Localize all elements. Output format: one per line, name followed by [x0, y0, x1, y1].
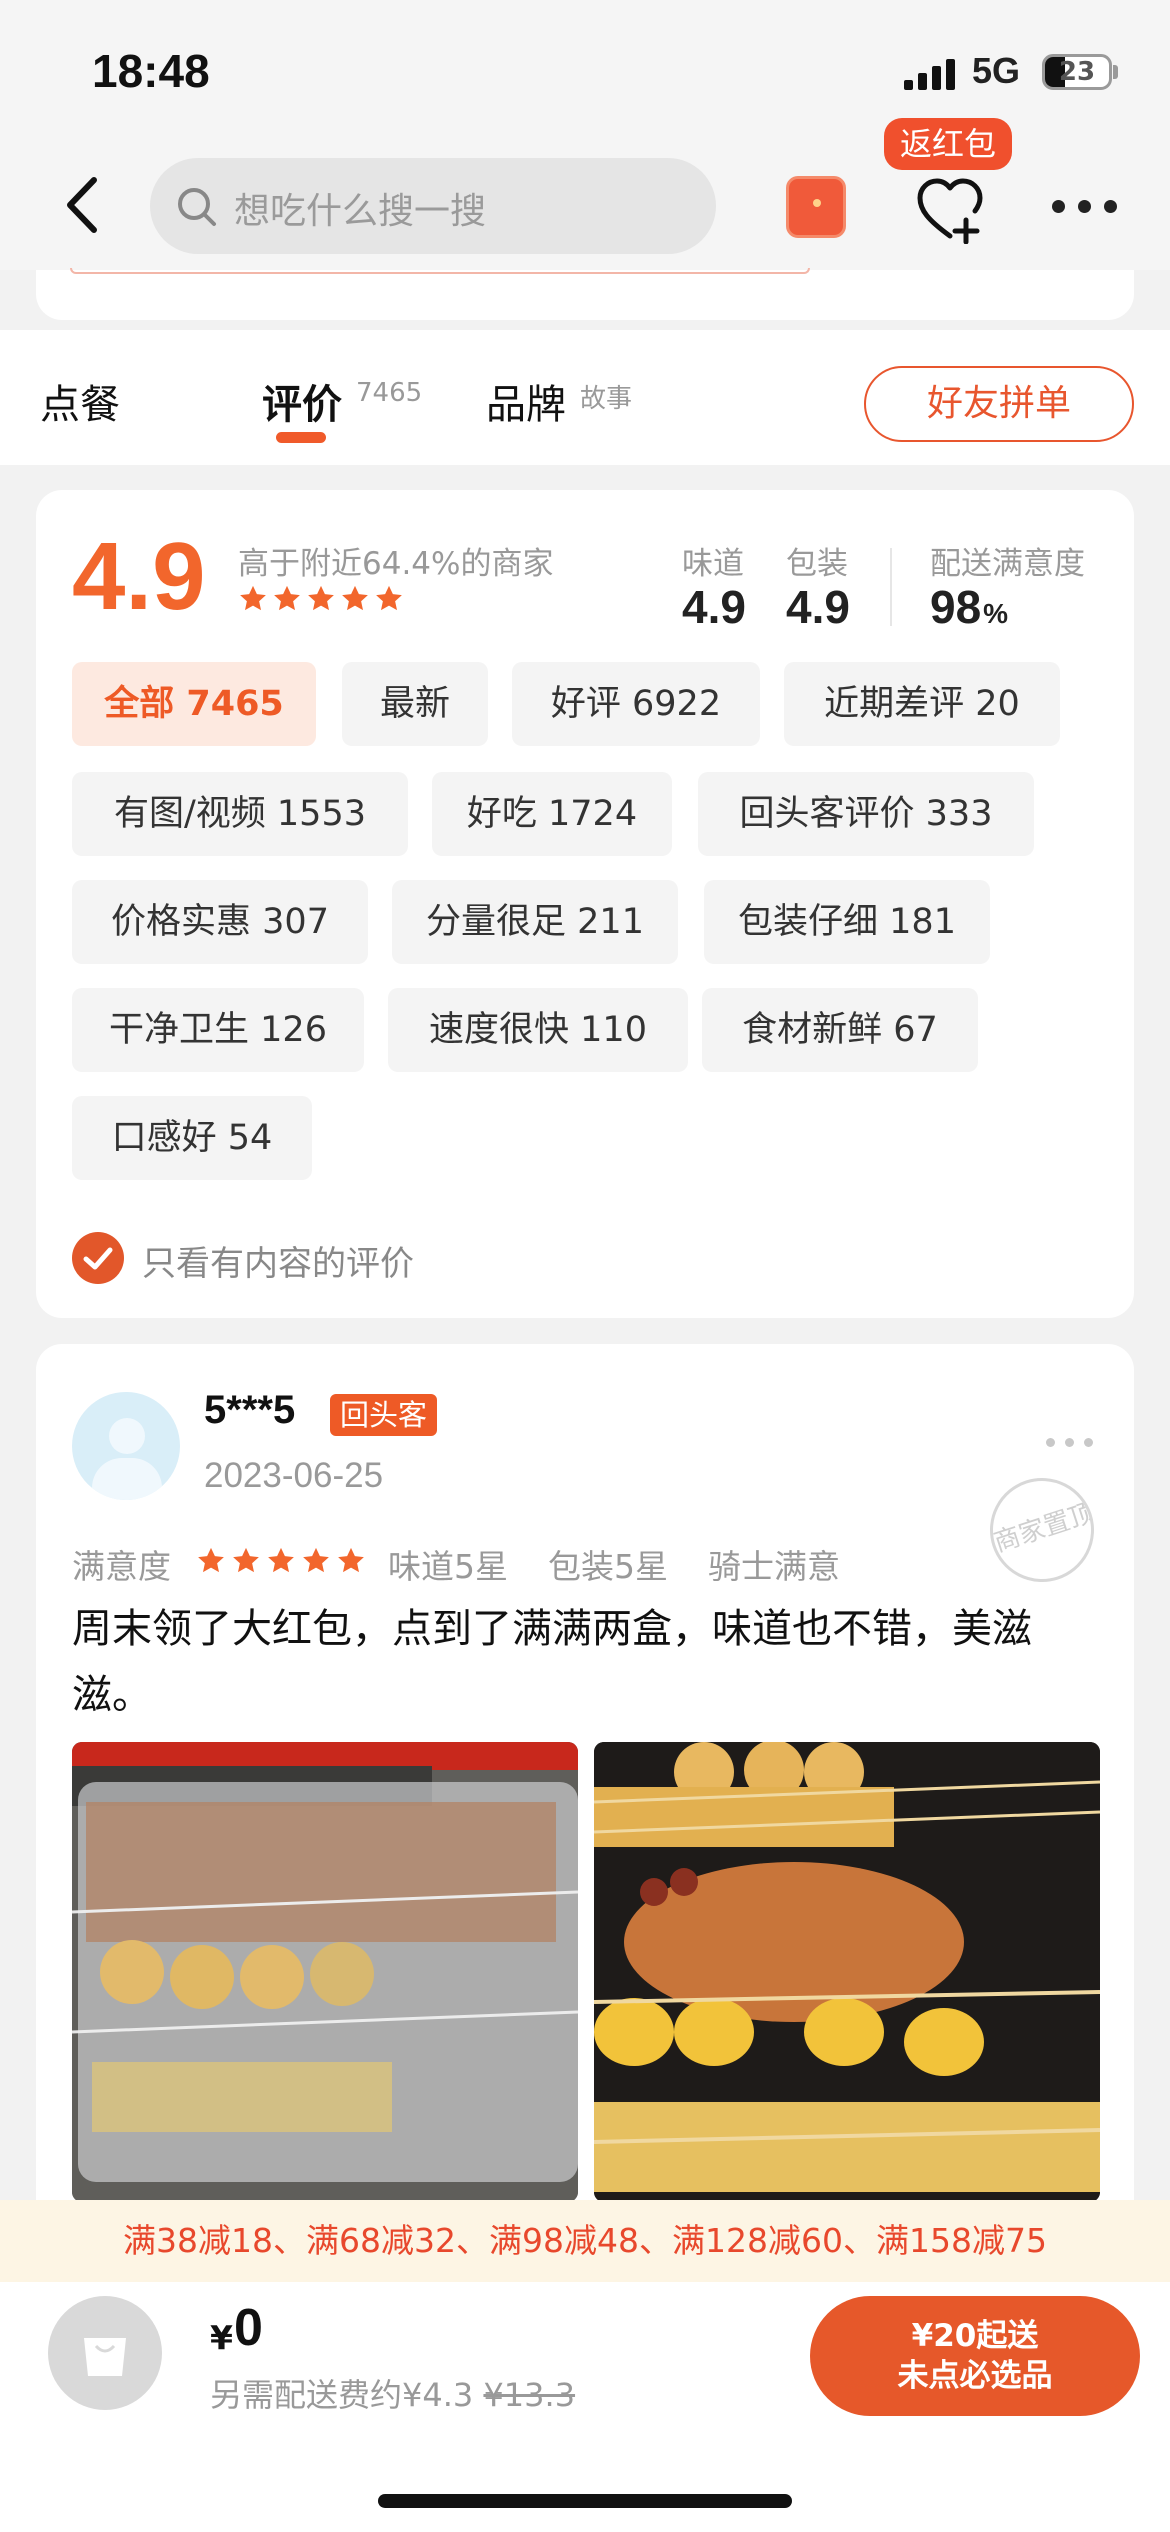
beat-percentage-text: 高于附近64.4%的商家 [238, 546, 554, 582]
previous-card-outline [70, 268, 810, 274]
star-icon [268, 1547, 294, 1573]
red-packet-icon[interactable] [786, 176, 846, 238]
reviewer-name: 5***5 [204, 1388, 296, 1432]
overall-score: 4.9 [72, 523, 206, 630]
filter-chip[interactable]: 速度很快 110 [388, 988, 688, 1072]
required-item-label: 未点必选品 [897, 2358, 1053, 2394]
avatar[interactable] [72, 1392, 180, 1500]
status-time: 18:48 [92, 45, 210, 97]
review-photo-2[interactable] [594, 1742, 1100, 2202]
battery-icon: 23 [1042, 54, 1112, 90]
previous-card-edge [36, 270, 1134, 320]
tab-order[interactable]: 点餐 [40, 372, 120, 430]
satisfaction-label: 满意度 [72, 1547, 171, 1586]
review-rider: 骑士满意 [708, 1547, 840, 1586]
red-packet-badge: 返红包 [884, 118, 1013, 170]
delivery-fee-original: ¥13.3 [483, 2376, 576, 2414]
home-indicator [378, 2494, 792, 2508]
star-icon [338, 1547, 364, 1573]
content-only-label[interactable]: 只看有内容的评价 [142, 1236, 414, 1285]
group-order-button[interactable]: 好友拼单 [864, 366, 1134, 442]
search-placeholder: 想吃什么搜一搜 [234, 191, 487, 232]
star-icon [308, 585, 334, 611]
delivery-fee-text: 另需配送费约¥4.3 [210, 2376, 474, 2414]
price-currency: ¥ [210, 2318, 233, 2357]
packaging-score: 4.9 [786, 581, 850, 633]
review-more-icon[interactable] [1046, 1438, 1094, 1448]
filter-chip[interactable]: 分量很足 211 [392, 880, 678, 964]
delivery-score: 98% [930, 580, 1008, 634]
tab-review-count: 7465 [356, 378, 423, 408]
filter-chip[interactable]: 口感好 54 [72, 1096, 312, 1180]
taste-label: 味道 [682, 546, 744, 582]
taste-score: 4.9 [682, 581, 746, 633]
filter-chip[interactable]: 价格实惠 307 [72, 880, 368, 964]
star-icon [198, 1547, 224, 1573]
tab-brand[interactable]: 品牌 [486, 372, 566, 430]
cart-icon[interactable] [48, 2296, 162, 2410]
battery-cap [1113, 65, 1118, 79]
filter-chip[interactable]: 最新 [342, 662, 488, 746]
returning-customer-badge: 回头客 [330, 1394, 438, 1436]
overall-stars [238, 584, 408, 616]
delivery-label: 配送满意度 [930, 546, 1085, 582]
star-icon [303, 1547, 329, 1573]
filter-chip[interactable]: 有图/视频 1553 [72, 772, 408, 856]
packaging-label: 包装 [786, 546, 848, 582]
favorite-add-icon[interactable] [914, 176, 986, 244]
score-divider [890, 548, 892, 626]
review-photo-1[interactable] [72, 1742, 578, 2202]
star-icon [342, 585, 368, 611]
star-icon [233, 1547, 259, 1573]
tab-active-indicator [276, 432, 326, 443]
signal-icon [904, 59, 955, 90]
more-icon[interactable] [1052, 200, 1118, 214]
minimum-order-label: ¥20起送 [911, 2318, 1039, 2354]
filter-chip[interactable]: 近期差评 20 [784, 662, 1060, 746]
star-icon [274, 585, 300, 611]
search-icon [178, 188, 216, 226]
tab-review[interactable]: 评价 [262, 372, 342, 430]
filter-chip[interactable]: 回头客评价 333 [698, 772, 1034, 856]
review-packaging: 包装5星 [548, 1547, 668, 1586]
review-taste: 味道5星 [388, 1547, 508, 1586]
star-icon [240, 585, 266, 611]
minimum-order-button[interactable]: ¥20起送未点必选品 [810, 2296, 1140, 2416]
review-text: 周末领了大红包，点到了满满两盒，味道也不错，美滋滋。 [72, 1606, 1032, 1718]
filter-chip[interactable]: 全部 7465 [72, 662, 316, 746]
cart-total: 0 [234, 2299, 263, 2357]
review-date: 2023-06-25 [204, 1456, 384, 1495]
delivery-value: 98 [930, 581, 982, 633]
filter-chip[interactable]: 干净卫生 126 [72, 988, 364, 1072]
network-type: 5G [972, 50, 1021, 91]
review-stars [196, 1546, 371, 1576]
delivery-fee: 另需配送费约¥4.3 ¥13.3 [210, 2370, 575, 2416]
delivery-unit: % [983, 598, 1009, 629]
checkbox-checked-icon[interactable] [72, 1232, 124, 1284]
back-arrow-icon[interactable] [58, 170, 108, 240]
search-bar[interactable]: 想吃什么搜一搜 [150, 158, 716, 254]
filter-chip[interactable]: 好评 6922 [512, 662, 760, 746]
filter-chip[interactable]: 好吃 1724 [432, 772, 672, 856]
filter-chip[interactable]: 食材新鲜 67 [702, 988, 978, 1072]
tab-brand-story: 故事 [580, 384, 633, 414]
star-icon [376, 585, 402, 611]
filter-chip[interactable]: 包装仔细 181 [704, 880, 990, 964]
discount-promo-strip: 满38减18、满68减32、满98减48、满128减60、满158减75 [0, 2200, 1170, 2282]
battery-level: 23 [1058, 57, 1096, 87]
